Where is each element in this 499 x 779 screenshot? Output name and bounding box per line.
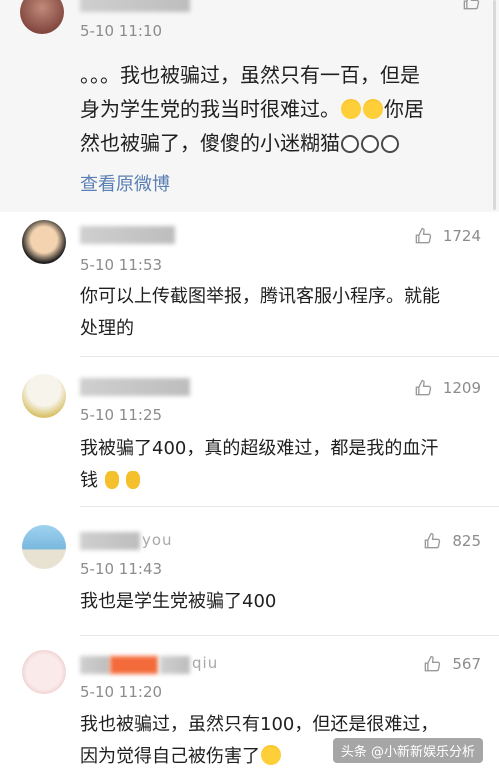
avatar[interactable] — [22, 220, 66, 264]
comment-line: 我被骗了400，真的超级难过，都是我的血汗 — [80, 438, 439, 459]
like-count: 1209 — [442, 379, 481, 397]
username-blurred[interactable] — [80, 378, 190, 396]
laugh-emoji-icon — [341, 99, 361, 119]
comment-text: 我被骗了400，真的超级难过，都是我的血汗 钱 — [80, 433, 479, 497]
username-partial[interactable]: qiu — [192, 654, 218, 672]
username-blurred[interactable] — [80, 226, 175, 244]
comment-line: 身为学生党的我当时很难过。 你居 — [80, 97, 424, 121]
watermark: 头条 @小新新娱乐分析 — [332, 738, 483, 763]
shocked-face-emoji-icon — [341, 135, 359, 153]
comment-line: 然也被骗了，傻傻的小迷糊猫 — [80, 126, 479, 160]
scrollbar[interactable] — [493, 0, 496, 210]
laugh-emoji-icon — [261, 745, 281, 765]
avatar[interactable] — [22, 374, 66, 418]
thumbs-up-icon — [415, 227, 431, 244]
thumbs-up-icon — [415, 379, 431, 396]
username-partial[interactable]: you — [142, 531, 173, 549]
divider — [80, 356, 499, 357]
comment-text: 我也是学生党被骗了400 — [80, 586, 479, 618]
username-blurred[interactable] — [80, 0, 190, 12]
thumbs-up-icon — [463, 0, 480, 10]
comment-time: 5-10 11:43 — [80, 560, 163, 578]
comment-line: 。。。我也被骗过，虽然只有一百，但是 — [80, 63, 420, 87]
comment-text: 。。。我也被骗过，虽然只有一百，但是 身为学生党的我当时很难过。 你居 然也被骗了… — [80, 58, 479, 160]
comment-time: 5-10 11:20 — [80, 683, 163, 701]
username-highlight-blurred[interactable] — [110, 656, 158, 674]
shocked-face-emoji-icon — [361, 135, 379, 153]
like-button[interactable]: 1209 — [413, 378, 481, 398]
like-count: 1724 — [442, 227, 481, 245]
avatar[interactable] — [20, 0, 64, 34]
comment-line: 我也是学生党被骗了400 — [80, 591, 277, 612]
comment-time: 5-10 11:53 — [80, 256, 163, 274]
comment-time: 5-10 11:25 — [80, 406, 163, 424]
like-count: 567 — [452, 655, 481, 673]
divider — [80, 635, 499, 636]
comment-line: 你可以上传截图举报，腾讯客服小程序。就能 — [80, 286, 440, 307]
comment-time: 5-10 11:10 — [80, 22, 163, 40]
crying-emoji-icon — [126, 471, 141, 489]
thumbs-up-icon — [425, 532, 441, 549]
top-comment-panel: 5-10 11:10 。。。我也被骗过，虽然只有一百，但是 身为学生党的我当时很… — [0, 0, 499, 212]
comment-line: 处理的 — [80, 318, 134, 339]
crying-emoji-icon — [104, 471, 119, 489]
like-button[interactable]: 825 — [422, 531, 481, 551]
divider — [80, 506, 499, 507]
username-blurred[interactable] — [80, 656, 110, 674]
comment-line: 我也被骗过，虽然只有100，但还是很难过， — [80, 714, 439, 735]
like-button[interactable]: 567 — [422, 654, 481, 674]
comment-line: 钱 — [80, 465, 479, 497]
username-blurred[interactable] — [80, 532, 140, 550]
thumbs-up-icon — [425, 655, 441, 672]
laugh-emoji-icon — [363, 99, 383, 119]
avatar[interactable] — [22, 650, 66, 694]
avatar[interactable] — [22, 525, 66, 569]
view-original-weibo-link[interactable]: 查看原微博 — [80, 170, 170, 196]
username-blurred[interactable] — [160, 656, 190, 674]
like-button[interactable] — [461, 0, 481, 12]
like-count: 825 — [452, 532, 481, 550]
like-button[interactable]: 1724 — [413, 226, 481, 246]
comment-text: 你可以上传截图举报，腾讯客服小程序。就能 处理的 — [80, 281, 479, 345]
shocked-face-emoji-icon — [381, 135, 399, 153]
